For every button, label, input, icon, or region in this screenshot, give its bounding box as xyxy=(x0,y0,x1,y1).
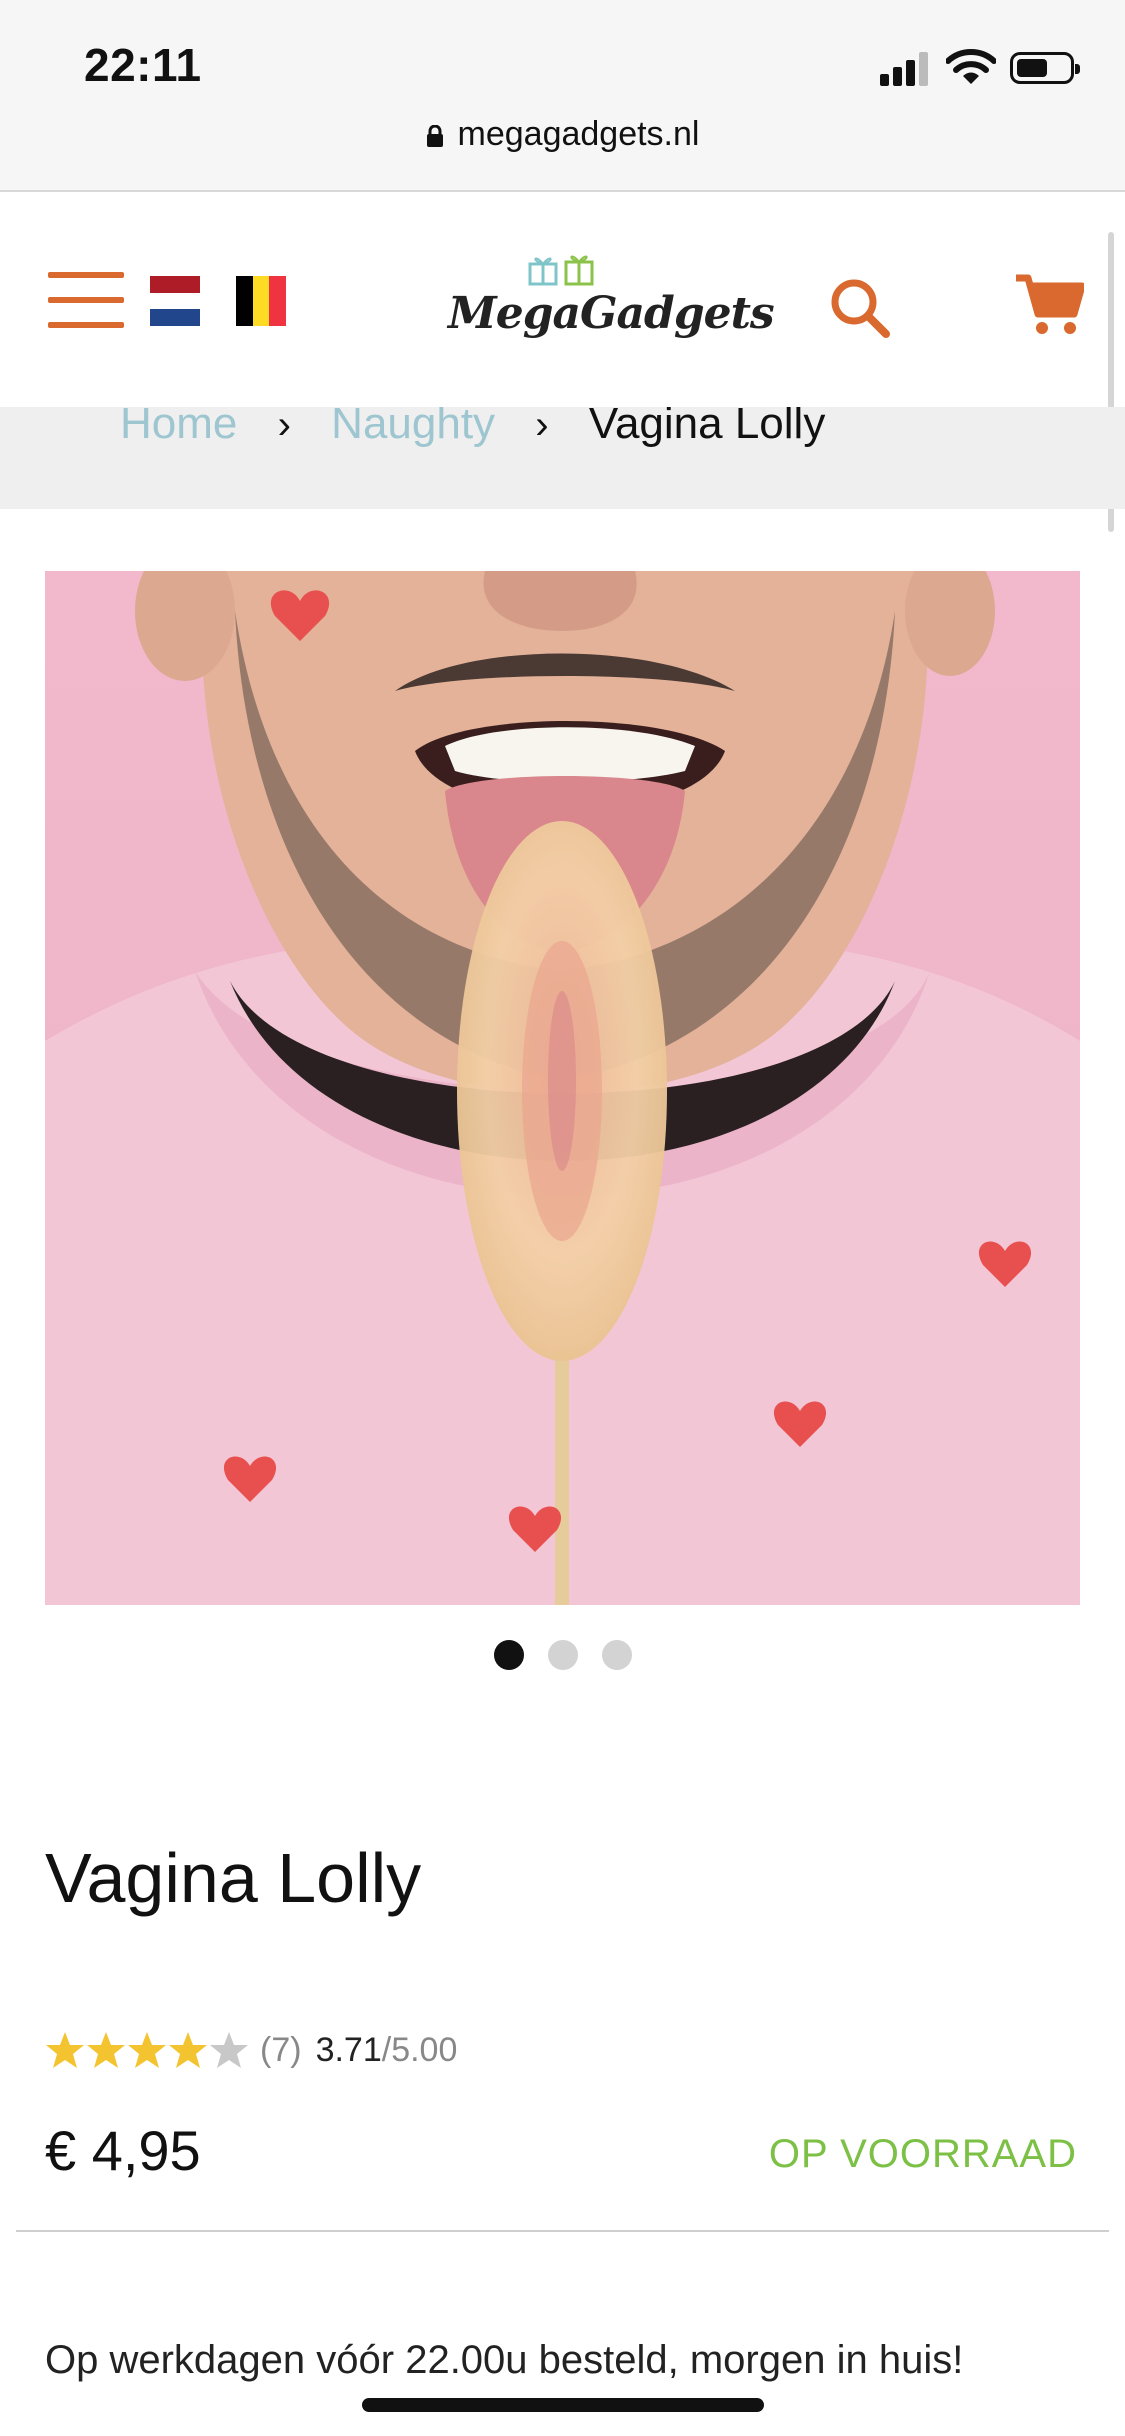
lock-icon xyxy=(426,125,443,147)
star-icon xyxy=(87,2032,125,2068)
breadcrumb-category[interactable]: Naughty xyxy=(331,407,495,448)
rating-score: 3.71 xyxy=(315,2030,382,2069)
address-bar[interactable]: megagadgets.nl xyxy=(0,115,1125,154)
status-time: 22:11 xyxy=(84,39,202,91)
dutch-flag-icon[interactable] xyxy=(150,276,200,326)
url-text: megagadgets.nl xyxy=(457,115,700,153)
cart-icon[interactable] xyxy=(1014,272,1084,338)
breadcrumb-home[interactable]: Home xyxy=(120,407,237,448)
site-header: MegaGadgets xyxy=(0,192,1125,407)
cellular-signal-icon xyxy=(880,50,932,86)
battery-icon xyxy=(1010,52,1080,84)
logo-text: MegaGadgets xyxy=(448,288,775,339)
carousel-dot[interactable] xyxy=(601,1640,632,1670)
site-logo[interactable]: MegaGadgets xyxy=(440,252,775,362)
delivery-note: Op werkdagen vóór 22.00u besteld, morgen… xyxy=(45,2338,964,2382)
rating-max: /5.00 xyxy=(381,2030,458,2069)
carousel-dots xyxy=(0,1640,1125,1675)
star-icon xyxy=(128,2032,166,2068)
status-bar: 22:11 megagadgets.nl xyxy=(0,0,1125,192)
stock-status: OP VOORRAAD xyxy=(768,2132,1077,2176)
rating-stars xyxy=(45,2030,250,2070)
product-rating[interactable]: (7) 3.71/5.00 xyxy=(45,2030,457,2070)
carousel-dot[interactable] xyxy=(547,1640,578,1670)
product-title: Vagina Lolly xyxy=(45,1839,422,1917)
product-image[interactable] xyxy=(45,571,1080,1605)
breadcrumb-current: Vagina Lolly xyxy=(588,407,826,448)
star-icon xyxy=(46,2032,84,2068)
search-icon[interactable] xyxy=(828,276,892,340)
chevron-right-icon: › xyxy=(535,407,549,447)
wifi-icon xyxy=(946,49,996,84)
rating-count: (7) xyxy=(260,2030,302,2069)
star-icon xyxy=(169,2032,207,2068)
star-icon xyxy=(210,2032,248,2068)
home-indicator[interactable] xyxy=(362,2398,764,2412)
belgian-flag-icon[interactable] xyxy=(236,276,286,326)
product-price: € 4,95 xyxy=(45,2119,201,2182)
chevron-right-icon: › xyxy=(277,407,291,447)
breadcrumb: Home › Naughty › Vagina Lolly xyxy=(0,407,1125,509)
menu-icon[interactable] xyxy=(48,272,124,328)
carousel-dot[interactable] xyxy=(493,1640,524,1670)
divider xyxy=(16,2230,1109,2232)
gift-icon xyxy=(528,255,594,286)
